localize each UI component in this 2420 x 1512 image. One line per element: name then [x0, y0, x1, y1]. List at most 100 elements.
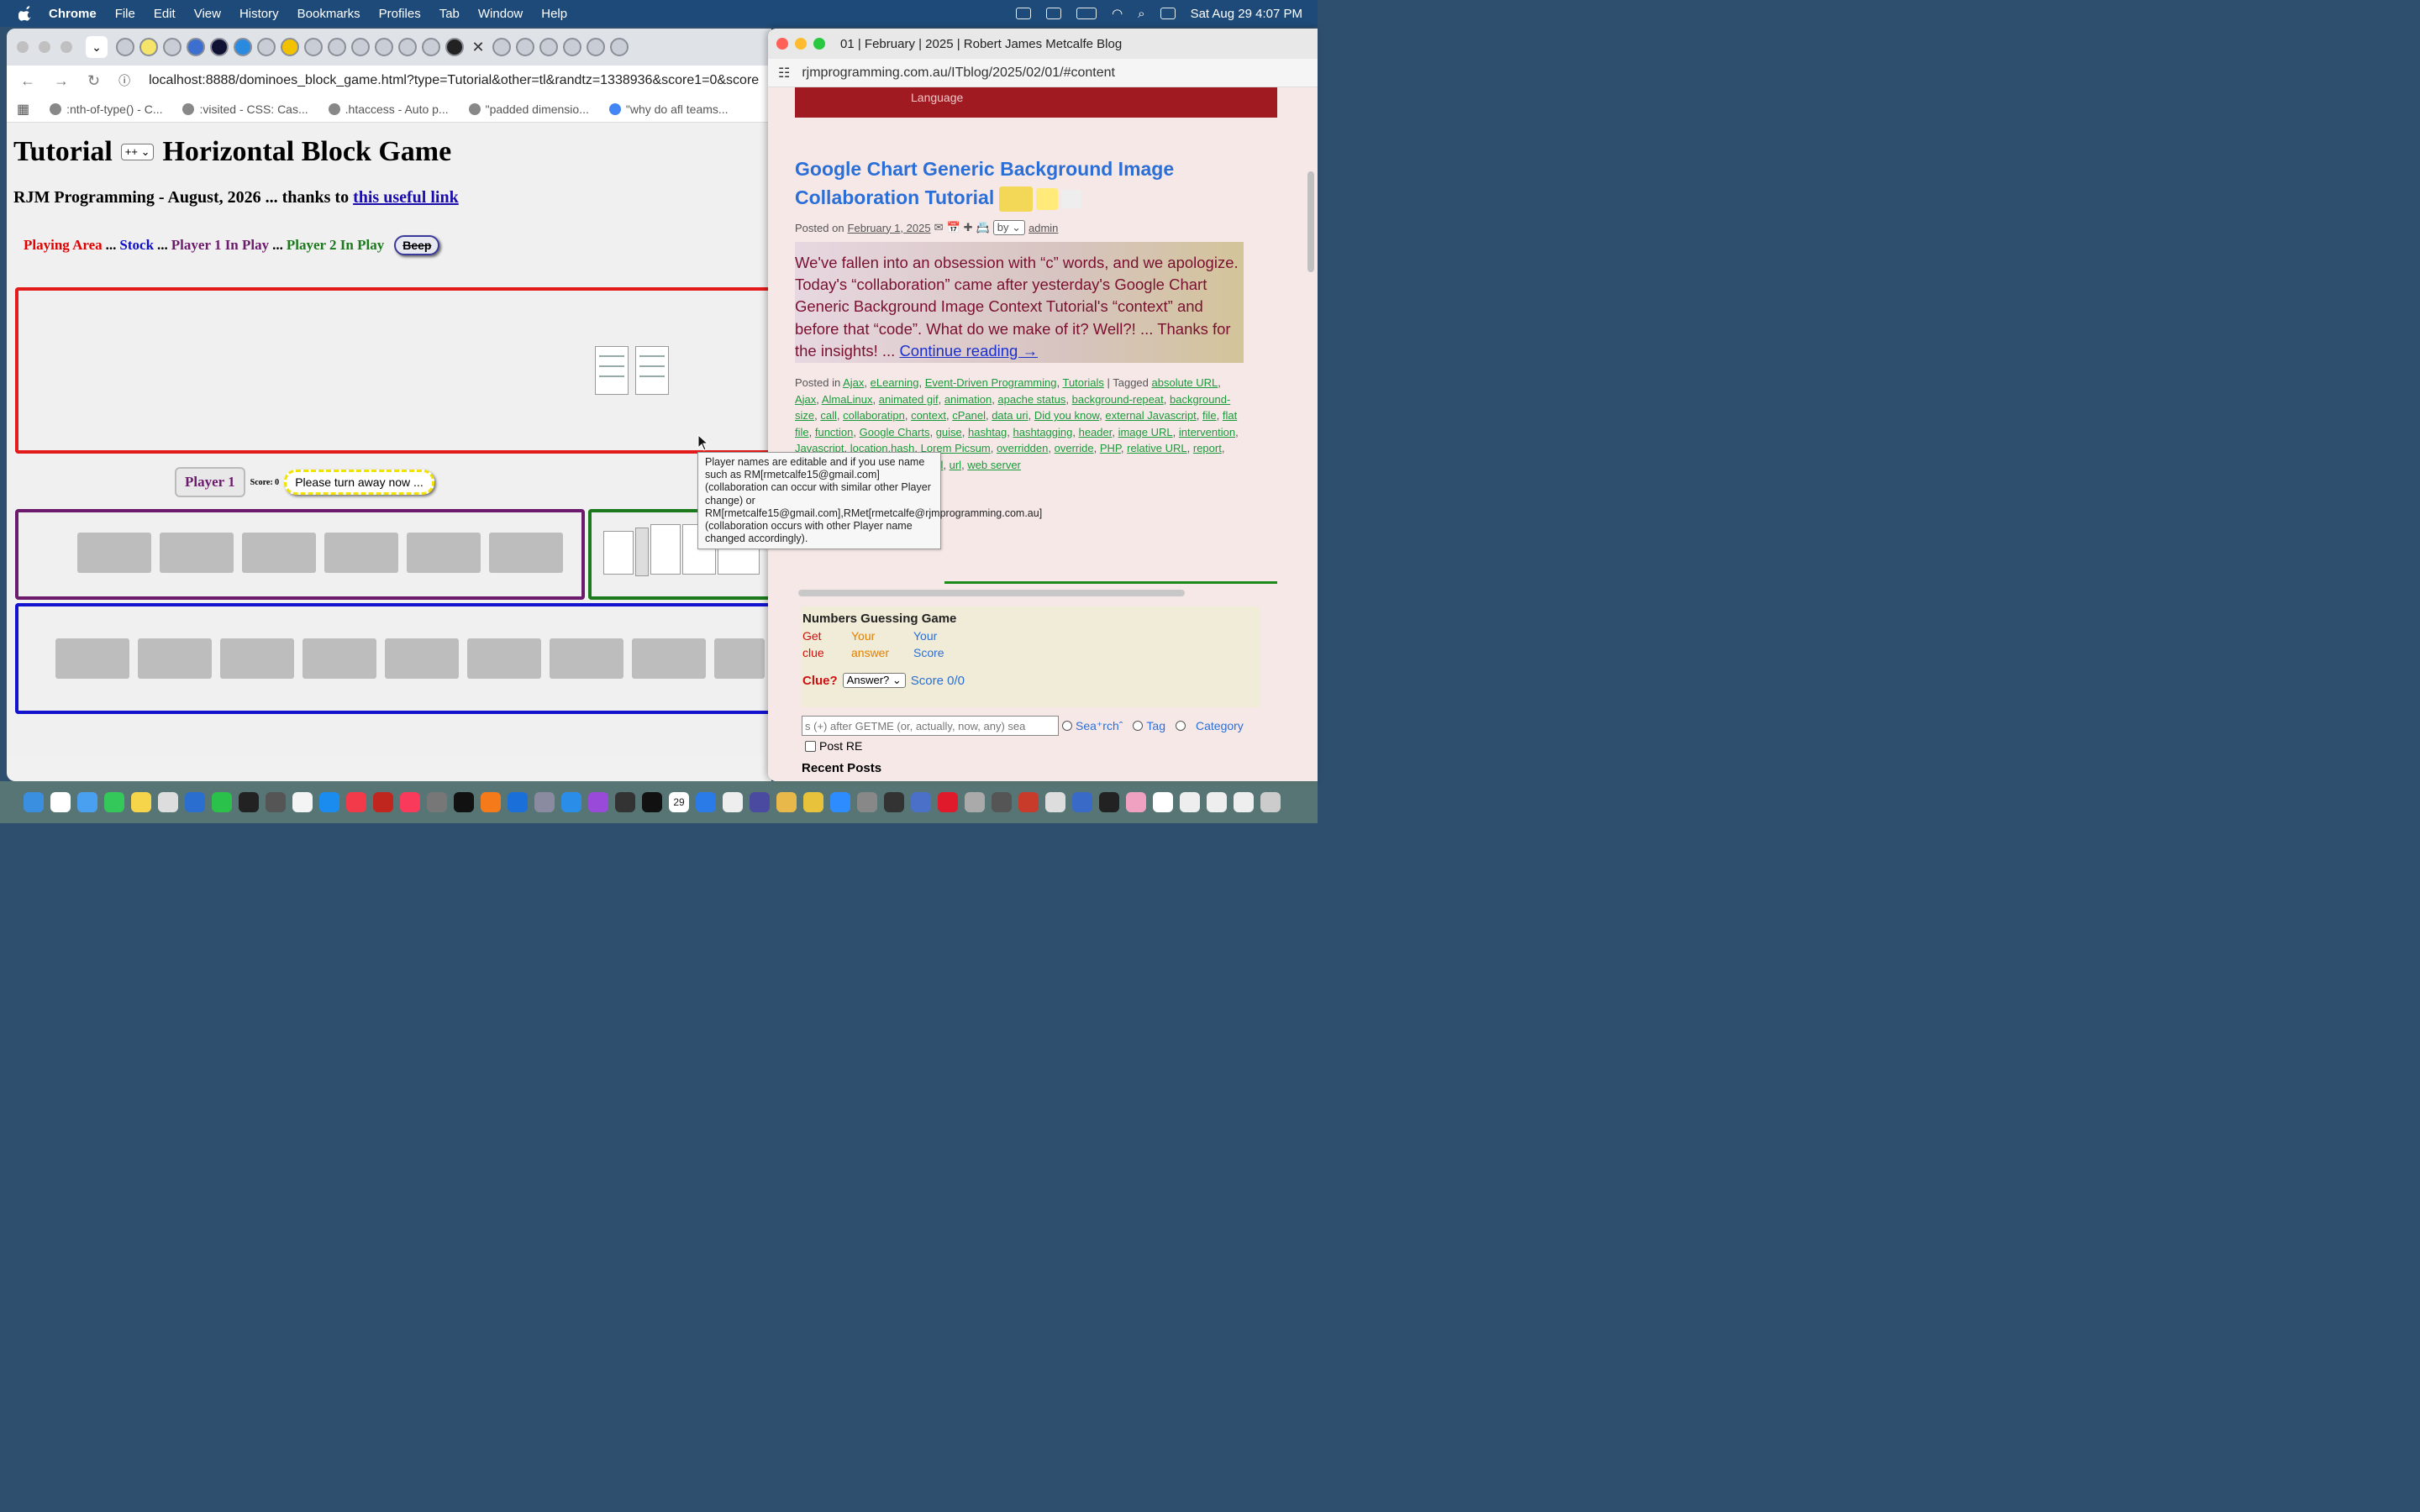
horizontal-scrollbar[interactable]: [798, 590, 1185, 596]
stock-domino-tile[interactable]: [467, 638, 541, 679]
tab-favicon-icon[interactable]: [422, 38, 440, 56]
wifi-icon[interactable]: ◠: [1112, 6, 1123, 21]
menu-help[interactable]: Help: [541, 7, 567, 21]
tag-link[interactable]: call: [820, 409, 837, 422]
facetime-icon[interactable]: [212, 792, 232, 812]
app-icon[interactable]: [884, 792, 904, 812]
domino-tile[interactable]: [407, 533, 481, 573]
tab-favicon-icon[interactable]: [563, 38, 581, 56]
post-re-checkbox[interactable]: [805, 740, 816, 752]
tag-link[interactable]: absolute URL: [1152, 376, 1218, 389]
app-icon[interactable]: [534, 792, 555, 812]
tag-link[interactable]: hashtag: [968, 426, 1007, 438]
language-bar[interactable]: Language: [795, 87, 1277, 118]
stock-domino-tile[interactable]: [714, 638, 765, 679]
tab-favicon-icon[interactable]: [492, 38, 511, 56]
clue-label[interactable]: Clue?: [802, 674, 838, 688]
finder-icon[interactable]: [24, 792, 44, 812]
search-radio[interactable]: [1062, 721, 1072, 731]
close-window-button[interactable]: [17, 41, 29, 53]
forward-arrow-icon[interactable]: →: [54, 72, 69, 90]
continue-reading-link[interactable]: Continue reading →: [899, 342, 1038, 360]
display-icon[interactable]: [1046, 8, 1062, 19]
tag-link[interactable]: guise: [936, 426, 962, 438]
app-icon[interactable]: [992, 792, 1012, 812]
tab-favicon-icon[interactable]: [210, 38, 229, 56]
post-title[interactable]: Google Chart Generic Background Image Co…: [795, 155, 1190, 212]
preview-icon[interactable]: [723, 792, 743, 812]
tag-link[interactable]: external Javascript: [1105, 409, 1196, 422]
tag-link[interactable]: animation: [944, 393, 992, 406]
category-radio[interactable]: [1176, 721, 1186, 731]
trash-icon[interactable]: [1260, 792, 1281, 812]
answer-select[interactable]: Answer? ⌄: [842, 673, 906, 688]
tag-link[interactable]: Google Charts: [860, 426, 930, 438]
domino-tile[interactable]: [77, 533, 151, 573]
menu-tab[interactable]: Tab: [439, 7, 460, 21]
post-date-link[interactable]: February 1, 2025: [848, 222, 931, 234]
tag-link[interactable]: hashtagging: [1013, 426, 1073, 438]
tab-search-chevron-icon[interactable]: ⌄: [86, 36, 108, 58]
card-icon[interactable]: 📇: [976, 221, 990, 234]
control-center-icon[interactable]: [1160, 8, 1176, 19]
bookmark-item[interactable]: "padded dimensio...: [468, 102, 589, 116]
tv-icon[interactable]: [454, 792, 474, 812]
app-icon[interactable]: [1045, 792, 1065, 812]
apple-icon[interactable]: [18, 6, 34, 21]
firefox-icon[interactable]: [481, 792, 501, 812]
tag-link[interactable]: web server: [967, 459, 1021, 471]
reminders-icon[interactable]: [50, 792, 71, 812]
bookmark-item[interactable]: "why do afl teams...: [608, 102, 729, 116]
stock-domino-tile[interactable]: [385, 638, 459, 679]
close-window-button[interactable]: [776, 38, 788, 50]
vertical-scrollbar[interactable]: [1307, 171, 1314, 272]
menu-bookmarks[interactable]: Bookmarks: [297, 7, 360, 21]
played-domino-thumbnail[interactable]: [595, 346, 629, 395]
menu-view[interactable]: View: [194, 7, 221, 21]
app-icon[interactable]: [911, 792, 931, 812]
tag-link[interactable]: image URL: [1118, 426, 1173, 438]
category-link[interactable]: Event-Driven Programming: [925, 376, 1057, 389]
launchpad-icon[interactable]: [158, 792, 178, 812]
minimize-window-button[interactable]: [795, 38, 807, 50]
bookmark-item[interactable]: :visited - CSS: Cas...: [182, 102, 308, 116]
tag-link[interactable]: Ajax: [795, 393, 816, 406]
category-link[interactable]: Tutorials: [1062, 376, 1103, 389]
search-input[interactable]: [802, 716, 1059, 736]
tab-favicon-icon[interactable]: [116, 38, 134, 56]
pointing-hand-icon[interactable]: [1036, 187, 1059, 210]
notes-icon[interactable]: [131, 792, 151, 812]
domino-tile[interactable]: [489, 533, 563, 573]
tag-link[interactable]: context: [911, 409, 946, 422]
calendar-icon[interactable]: 📅: [946, 221, 960, 234]
stock-domino-tile[interactable]: [302, 638, 376, 679]
music-icon[interactable]: [400, 792, 420, 812]
player2-domino-thumbnail[interactable]: [603, 531, 634, 575]
tab-favicon-icon[interactable]: [281, 38, 299, 56]
email-icon[interactable]: ✉: [934, 221, 944, 234]
tag-link[interactable]: report: [1193, 442, 1222, 454]
beep-button[interactable]: Beep: [394, 235, 440, 255]
opera-icon[interactable]: [938, 792, 958, 812]
stock-domino-tile[interactable]: [632, 638, 706, 679]
your-answer-column[interactable]: Your answer: [851, 627, 893, 661]
playing-area[interactable]: [15, 287, 771, 454]
tag-link[interactable]: cPanel: [952, 409, 986, 422]
tab-favicon-icon[interactable]: [187, 38, 205, 56]
site-settings-icon[interactable]: ☷: [778, 65, 790, 81]
get-clue-column[interactable]: Get clue: [802, 627, 831, 661]
spotlight-search-icon[interactable]: ⌕: [1138, 7, 1144, 21]
tab-favicon-icon[interactable]: [398, 38, 417, 56]
back-arrow-icon[interactable]: ←: [20, 72, 35, 90]
menu-history[interactable]: History: [239, 7, 279, 21]
menu-chrome[interactable]: Chrome: [49, 7, 97, 21]
tab-favicon-icon[interactable]: [304, 38, 323, 56]
bookmark-item[interactable]: .htaccess - Auto p...: [328, 102, 449, 116]
tab-favicon-icon[interactable]: [328, 38, 346, 56]
terminal-icon[interactable]: [642, 792, 662, 812]
address-bar[interactable]: localhost:8888/dominoes_block_game.html?…: [149, 73, 759, 88]
menu-profiles[interactable]: Profiles: [379, 7, 421, 21]
tag-radio[interactable]: [1133, 721, 1144, 731]
tag-link[interactable]: collaboratipn: [843, 409, 905, 422]
menu-file[interactable]: File: [115, 7, 135, 21]
